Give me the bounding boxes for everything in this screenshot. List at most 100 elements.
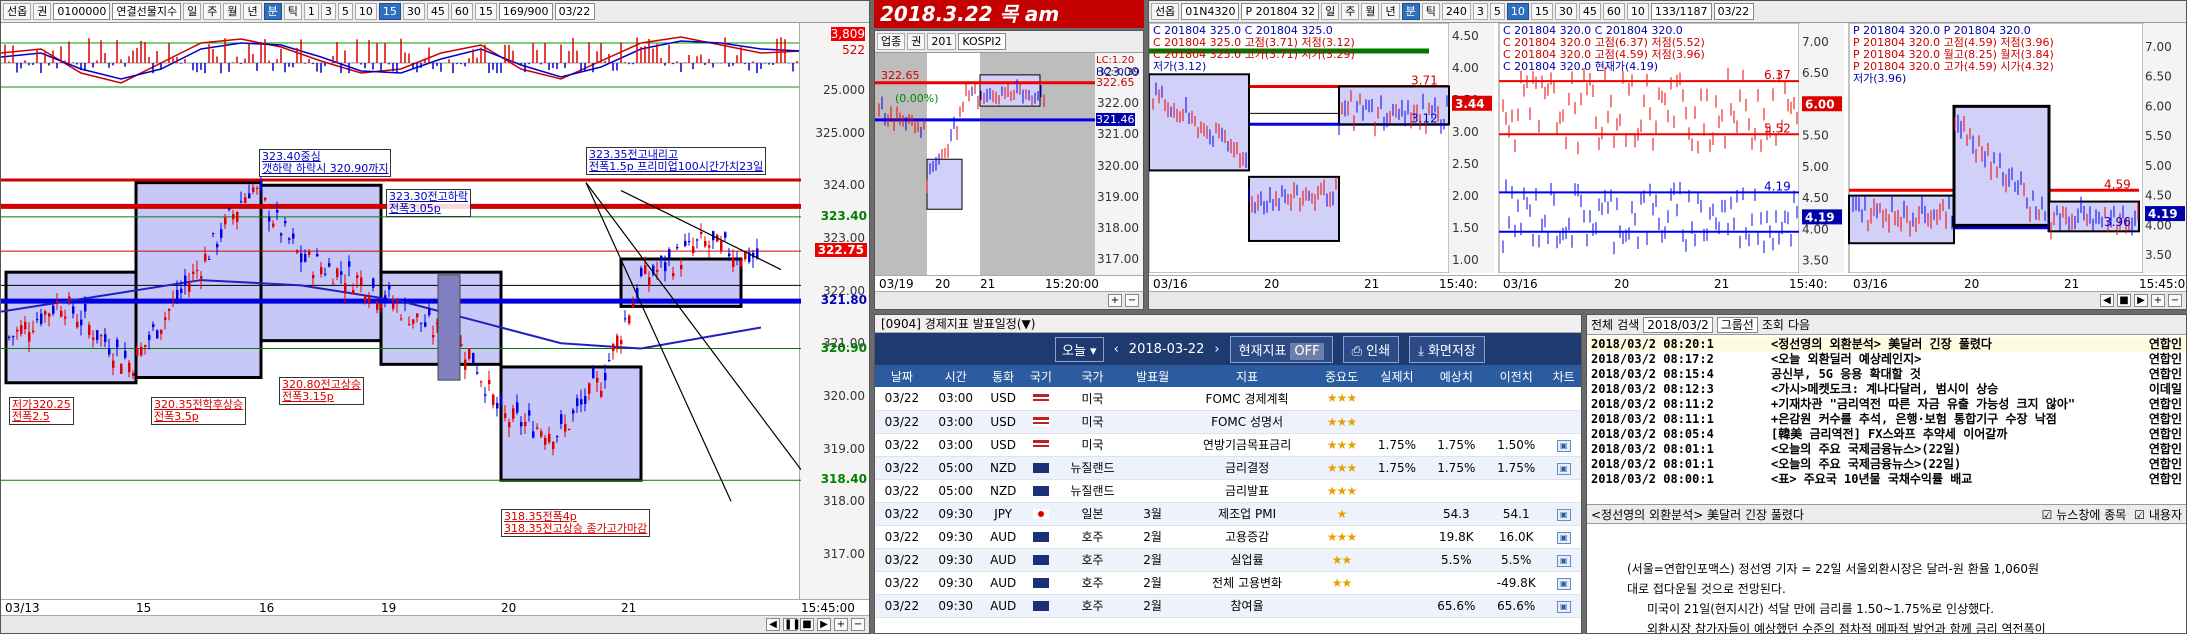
econ-col-header[interactable]: 예상치 (1426, 365, 1486, 387)
econ-col-header[interactable]: 지표 (1178, 365, 1316, 387)
toolbar-item-0[interactable]: 선옵 (3, 3, 32, 20)
toolbar-item-2[interactable]: P 201804 32 (1241, 3, 1320, 20)
econ-row[interactable]: 03/22 03:00 USD 미국 FOMC 성명서 ★★★ (875, 410, 1581, 434)
toolbar-item-10[interactable]: 1 (303, 3, 319, 20)
news-toolbar-item[interactable]: 그룹선 (1716, 316, 1758, 333)
toolbar-item-3[interactable]: KOSPI2 (958, 33, 1006, 50)
chart-icon[interactable]: ▣ (1556, 532, 1571, 544)
zoom-in-icon[interactable]: + (834, 618, 848, 631)
toolbar-item-8[interactable]: 틱 (1421, 3, 1440, 20)
econ-col-header[interactable]: 실제치 (1367, 365, 1427, 387)
zoom-in-icon[interactable]: + (2151, 294, 2165, 307)
news-row[interactable]: 2018/03/2 08:01:1 <오늘의 주요 국제금융뉴스>(22일) 연합인 (1587, 442, 2186, 457)
news-row[interactable]: 2018/03/2 08:05:4 [韓美 금리역전] FX스와프 추약세 이어갈… (1587, 427, 2186, 442)
toolbar-item-18[interactable]: 15 (474, 3, 497, 20)
mini-scrollbar[interactable]: + − (875, 291, 1143, 309)
print-button[interactable]: ⎙ 인쇄 (1342, 335, 1400, 363)
current-indicator-toggle[interactable]: 현재지표 OFF (1229, 335, 1333, 363)
econ-col-header[interactable]: 국가 (1058, 365, 1127, 387)
econ-row[interactable]: 03/22 09:30 AUD 호주 2월 실업률 ★★ 5.5% 5.5% ▣ (875, 548, 1581, 572)
chart-icon[interactable]: ▣ (1556, 463, 1571, 475)
toolbar-item-6[interactable]: 년 (1381, 3, 1400, 20)
toolbar-item-7[interactable]: 년 (243, 3, 262, 20)
chart-icon[interactable]: ▣ (1556, 578, 1571, 590)
zoom-out-icon[interactable]: − (1125, 294, 1139, 307)
news-row[interactable]: 2018/03/2 08:00:1 <표> 주요국 10년물 국채수익률 배교 연합… (1587, 472, 2186, 487)
econ-row[interactable]: 03/22 05:00 NZD 뉴질랜드 금리결정 ★★★ 1.75% 1.75% 1.75% ▣ (875, 456, 1581, 480)
toolbar-item-1[interactable]: 권 (907, 33, 926, 50)
news-row[interactable]: 2018/03/2 08:11:2 +기재차관 "금리역전 따른 자금 유출 가능… (1587, 397, 2186, 412)
econ-row[interactable]: 03/22 09:30 AUD 호주 2월 참여율 65.6% 65.6% ▣ (875, 594, 1581, 618)
zoom-in-icon[interactable]: + (1108, 294, 1122, 307)
toolbar-item-5[interactable]: 월 (1361, 3, 1380, 20)
econ-row[interactable]: 03/22 09:30 AUD 호주 2월 고용증감 ★★★ 19.8K 16.0K ▣ (875, 525, 1581, 549)
toolbar-item-17[interactable]: 10 (1626, 3, 1649, 20)
toolbar-item-1[interactable]: 01N4320 (1181, 3, 1240, 20)
toolbar-item-4[interactable]: 주 (1341, 3, 1360, 20)
news-toolbar-item[interactable]: 검색 (1617, 316, 1639, 333)
econ-col-header[interactable]: 통화 (982, 365, 1024, 387)
toolbar-item-17[interactable]: 60 (450, 3, 473, 20)
toolbar-item-15[interactable]: 30 (402, 3, 425, 20)
news-opt-1[interactable]: ☑ 뉴스창에 종목 (2042, 506, 2127, 523)
toolbar-item-9[interactable]: 틱 (283, 3, 302, 20)
toolbar-item-19[interactable]: 169/900 (498, 3, 553, 20)
chart-icon[interactable]: ▣ (1556, 440, 1571, 452)
period-select[interactable]: 오늘 ▾ (1055, 336, 1104, 362)
toolbar-item-3[interactable]: 일 (1321, 3, 1340, 20)
toolbar-item-8[interactable]: 분 (263, 3, 282, 20)
econ-row[interactable]: 03/22 05:00 NZD 뉴질랜드 금리발표 ★★★ (875, 479, 1581, 503)
toolbar-item-0[interactable]: 업종 (877, 33, 906, 50)
scroll-prev-icon[interactable]: ◀ (766, 618, 780, 631)
toolbar-item-12[interactable]: 10 (1506, 3, 1529, 20)
toolbar-item-14[interactable]: 15 (378, 3, 401, 20)
toolbar-item-3[interactable]: 연결선물지수 (112, 3, 182, 20)
econ-row[interactable]: 03/22 03:00 USD 미국 연방기금목표금리 ★★★ 1.75% 1.75% 1.50… (875, 433, 1581, 457)
toolbar-item-11[interactable]: 3 (320, 3, 336, 20)
news-row[interactable]: 2018/03/2 08:15:4 공신부, 5G 응용 확대할 것 연합인 (1587, 367, 2186, 382)
save-screen-button[interactable]: ⤓ 화면저장 (1409, 335, 1485, 363)
toolbar-item-16[interactable]: 45 (426, 3, 449, 20)
econ-row[interactable]: 03/22 03:00 USD 미국 FOMC 경제계획 ★★★ (875, 387, 1581, 411)
toolbar-item-18[interactable]: 133/1187 (1650, 3, 1712, 20)
toolbar-item-11[interactable]: 5 (1489, 3, 1505, 20)
news-row[interactable]: 2018/03/2 08:20:1 <정선영의 외환분석> 美달러 긴장 풀렸다 연… (1587, 337, 2186, 352)
option-scrollbar[interactable]: ◀ ■ ▶ + − (1149, 291, 2186, 309)
zoom-out-icon[interactable]: − (2168, 294, 2182, 307)
news-row[interactable]: 2018/03/2 08:17:2 <오늘 외환딜러 예상레인지> 연합인 (1587, 352, 2186, 367)
toolbar-item-16[interactable]: 60 (1602, 3, 1625, 20)
toolbar-item-0[interactable]: 선옵 (1151, 3, 1180, 20)
toolbar-item-9[interactable]: 240 (1441, 3, 1471, 20)
news-toolbar-item[interactable]: 전체 (1591, 316, 1613, 333)
left-scrollbar[interactable]: ◀ ❚❚ ■ ▶ + − (1, 615, 869, 633)
toolbar-item-13[interactable]: 10 (354, 3, 377, 20)
toolbar-item-19[interactable]: 03/22 (1713, 3, 1754, 20)
date-display[interactable]: 2018-03-22 (1129, 342, 1205, 357)
news-toolbar-item[interactable]: 2018/03/2 (1643, 316, 1713, 333)
toolbar-item-4[interactable]: 일 (183, 3, 202, 20)
toolbar-item-14[interactable]: 30 (1554, 3, 1577, 20)
econ-col-header[interactable]: 차트 (1546, 365, 1581, 387)
toolbar-item-5[interactable]: 주 (203, 3, 222, 20)
news-row[interactable]: 2018/03/2 08:11:1 +은감원 커수를 추석, 은행·보험 통합기구… (1587, 412, 2186, 427)
toolbar-item-2[interactable]: 201 (927, 33, 957, 50)
scroll-next-icon[interactable]: ▶ (2134, 294, 2148, 307)
toolbar-item-12[interactable]: 5 (337, 3, 353, 20)
zoom-out-icon[interactable]: − (851, 618, 865, 631)
econ-col-header[interactable]: 중요도 (1315, 365, 1368, 387)
econ-col-header[interactable]: 날짜 (875, 365, 929, 387)
stop-icon[interactable]: ■ (2117, 294, 2131, 307)
toolbar-item-20[interactable]: 03/22 (554, 3, 595, 20)
toolbar-item-10[interactable]: 3 (1472, 3, 1488, 20)
news-opt-2[interactable]: ☑ 내용자 (2134, 506, 2182, 523)
toolbar-item-15[interactable]: 45 (1578, 3, 1601, 20)
toolbar-item-1[interactable]: 권 (33, 3, 52, 20)
scroll-next-icon[interactable]: ▶ (817, 618, 831, 631)
news-row[interactable]: 2018/03/2 08:12:3 <가시>메켓도크: 계나다달러, 범시이 상승… (1587, 382, 2186, 397)
chart-icon[interactable]: ▣ (1556, 601, 1571, 613)
econ-col-header[interactable]: 시간 (928, 365, 983, 387)
news-toolbar-item[interactable]: 조회 (1762, 316, 1784, 333)
toolbar-item-13[interactable]: 15 (1530, 3, 1553, 20)
chart-icon[interactable]: ▣ (1556, 509, 1571, 521)
stop-icon[interactable]: ■ (800, 618, 814, 631)
